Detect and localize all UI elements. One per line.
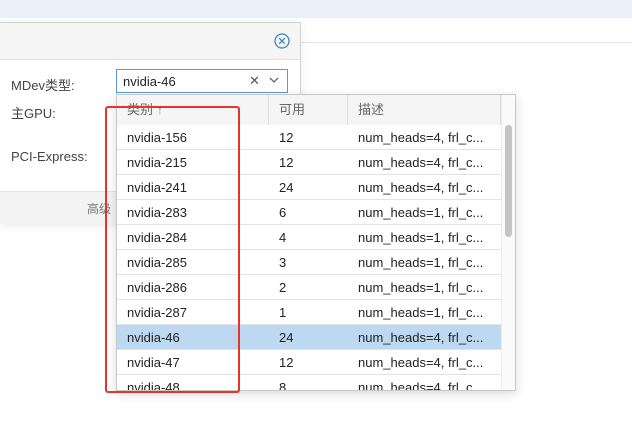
cell-available: 12: [279, 155, 294, 170]
close-icon[interactable]: [274, 33, 290, 49]
mdev-type-select[interactable]: nvidia-46 ✕: [116, 69, 288, 93]
cell-description: num_heads=1, frl_c...: [358, 255, 484, 270]
cell-available: 12: [279, 130, 294, 145]
column-header-description[interactable]: 描述: [348, 95, 501, 125]
cell-available: 12: [279, 355, 294, 370]
cell-available: 3: [279, 255, 287, 270]
column-header-description-label: 描述: [358, 102, 385, 117]
pci-express-label: PCI-Express:: [11, 149, 88, 164]
cell-description: num_heads=4, frl_c...: [358, 330, 484, 345]
cell-available: 8: [279, 380, 287, 391]
mdev-type-label: MDev类型:: [11, 78, 75, 93]
clear-icon[interactable]: ✕: [249, 74, 260, 88]
cell-description: num_heads=4, frl_c...: [358, 155, 484, 170]
main-gpu-label: 主GPU:: [11, 106, 56, 121]
dialog-header: [0, 23, 300, 60]
cell-description: num_heads=1, frl_c...: [358, 305, 484, 320]
cell-description: num_heads=1, frl_c...: [358, 230, 484, 245]
cell-description: num_heads=4, frl_c...: [358, 180, 484, 195]
chevron-down-icon[interactable]: [269, 76, 279, 84]
cell-available: 6: [279, 205, 287, 220]
column-header-available-label: 可用: [279, 102, 306, 117]
mdev-type-value: nvidia-46: [123, 74, 176, 89]
cell-description: num_heads=4, frl_c...: [358, 355, 484, 370]
top-strip: [0, 0, 632, 18]
cell-available: 2: [279, 280, 287, 295]
scrollbar-thumb[interactable]: [505, 125, 512, 237]
background-divider: [300, 42, 632, 43]
cell-available: 24: [279, 180, 294, 195]
highlight-annotation-box: [105, 106, 240, 393]
cell-available: 4: [279, 230, 287, 245]
column-header-available[interactable]: 可用: [269, 95, 348, 125]
cell-description: num_heads=1, frl_c...: [358, 205, 484, 220]
cell-available: 1: [279, 305, 287, 320]
cell-available: 24: [279, 330, 294, 345]
cell-description: num_heads=1, frl_c...: [358, 280, 484, 295]
cell-description: num_heads=4, frl_c...: [358, 380, 484, 391]
cell-description: num_heads=4, frl_c...: [358, 130, 484, 145]
